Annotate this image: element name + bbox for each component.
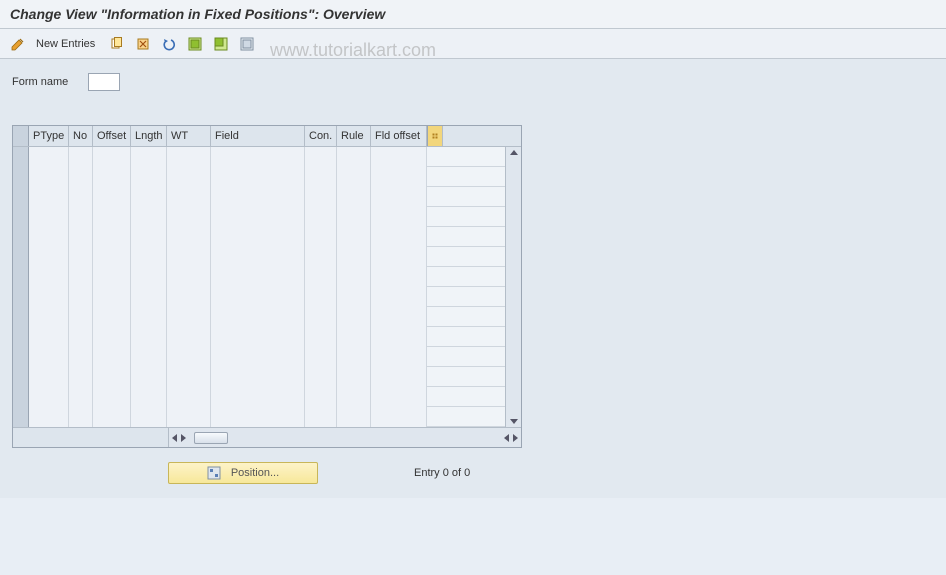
grid-body bbox=[13, 147, 521, 427]
delete-icon[interactable] bbox=[133, 34, 153, 54]
table-row bbox=[13, 267, 521, 287]
position-icon bbox=[207, 466, 221, 480]
grid-configure-icon[interactable] bbox=[427, 126, 443, 146]
row-selector[interactable] bbox=[13, 407, 29, 427]
toggle-change-icon[interactable] bbox=[8, 34, 28, 54]
col-lngth[interactable]: Lngth bbox=[131, 126, 167, 146]
toolbar: New Entries bbox=[0, 29, 946, 59]
table-row bbox=[13, 167, 521, 187]
col-rule[interactable]: Rule bbox=[337, 126, 371, 146]
entry-status: Entry 0 of 0 bbox=[414, 467, 470, 479]
vertical-scrollbar[interactable] bbox=[505, 147, 521, 427]
scroll-right-end-icon[interactable] bbox=[513, 434, 518, 442]
content-area: Form name PType No Offset Lngth WT Field… bbox=[0, 59, 946, 498]
row-selector[interactable] bbox=[13, 187, 29, 207]
grid-header-filler bbox=[443, 126, 521, 146]
table-row bbox=[13, 367, 521, 387]
grid-footer: Position... Entry 0 of 0 bbox=[12, 462, 934, 484]
form-name-label: Form name bbox=[12, 76, 68, 88]
row-selector[interactable] bbox=[13, 327, 29, 347]
undo-icon[interactable] bbox=[159, 34, 179, 54]
select-all-icon[interactable] bbox=[185, 34, 205, 54]
deselect-all-icon[interactable] bbox=[237, 34, 257, 54]
col-con[interactable]: Con. bbox=[305, 126, 337, 146]
table-row bbox=[13, 207, 521, 227]
position-button[interactable]: Position... bbox=[168, 462, 318, 484]
row-selector[interactable] bbox=[13, 307, 29, 327]
col-wt[interactable]: WT bbox=[167, 126, 211, 146]
row-selector[interactable] bbox=[13, 387, 29, 407]
data-grid: PType No Offset Lngth WT Field Con. Rule… bbox=[12, 125, 522, 448]
scroll-up-icon[interactable] bbox=[510, 150, 518, 155]
table-row bbox=[13, 187, 521, 207]
row-selector[interactable] bbox=[13, 207, 29, 227]
scroll-right-icon[interactable] bbox=[181, 434, 186, 442]
col-fldoffset[interactable]: Fld offset bbox=[371, 126, 427, 146]
hscroll-thumb[interactable] bbox=[194, 432, 228, 444]
col-ptype[interactable]: PType bbox=[29, 126, 69, 146]
horizontal-scrollbar bbox=[13, 427, 521, 447]
table-row bbox=[13, 327, 521, 347]
col-field[interactable]: Field bbox=[211, 126, 305, 146]
row-selector[interactable] bbox=[13, 227, 29, 247]
form-name-input[interactable] bbox=[88, 73, 120, 91]
hscroll-track[interactable] bbox=[169, 432, 521, 444]
row-selector[interactable] bbox=[13, 167, 29, 187]
table-row bbox=[13, 347, 521, 367]
row-selector[interactable] bbox=[13, 287, 29, 307]
row-selector[interactable] bbox=[13, 147, 29, 167]
col-no[interactable]: No bbox=[69, 126, 93, 146]
col-offset[interactable]: Offset bbox=[93, 126, 131, 146]
position-button-label: Position... bbox=[231, 467, 279, 479]
table-row bbox=[13, 227, 521, 247]
select-block-icon[interactable] bbox=[211, 34, 231, 54]
scroll-left-end-icon[interactable] bbox=[504, 434, 509, 442]
table-row bbox=[13, 307, 521, 327]
table-row bbox=[13, 247, 521, 267]
scroll-down-icon[interactable] bbox=[510, 419, 518, 424]
form-name-row: Form name bbox=[12, 73, 934, 91]
grid-header: PType No Offset Lngth WT Field Con. Rule… bbox=[13, 126, 521, 147]
row-selector[interactable] bbox=[13, 367, 29, 387]
new-entries-button[interactable]: New Entries bbox=[36, 38, 95, 50]
table-row bbox=[13, 147, 521, 167]
table-row bbox=[13, 287, 521, 307]
row-selector[interactable] bbox=[13, 267, 29, 287]
row-selector[interactable] bbox=[13, 347, 29, 367]
scroll-left-icon[interactable] bbox=[172, 434, 177, 442]
row-selector[interactable] bbox=[13, 247, 29, 267]
copy-icon[interactable] bbox=[107, 34, 127, 54]
hscroll-fixed-spacer bbox=[13, 428, 169, 447]
table-row bbox=[13, 387, 521, 407]
page-title: Change View "Information in Fixed Positi… bbox=[0, 0, 946, 29]
table-row bbox=[13, 407, 521, 427]
grid-select-all-header[interactable] bbox=[13, 126, 29, 146]
